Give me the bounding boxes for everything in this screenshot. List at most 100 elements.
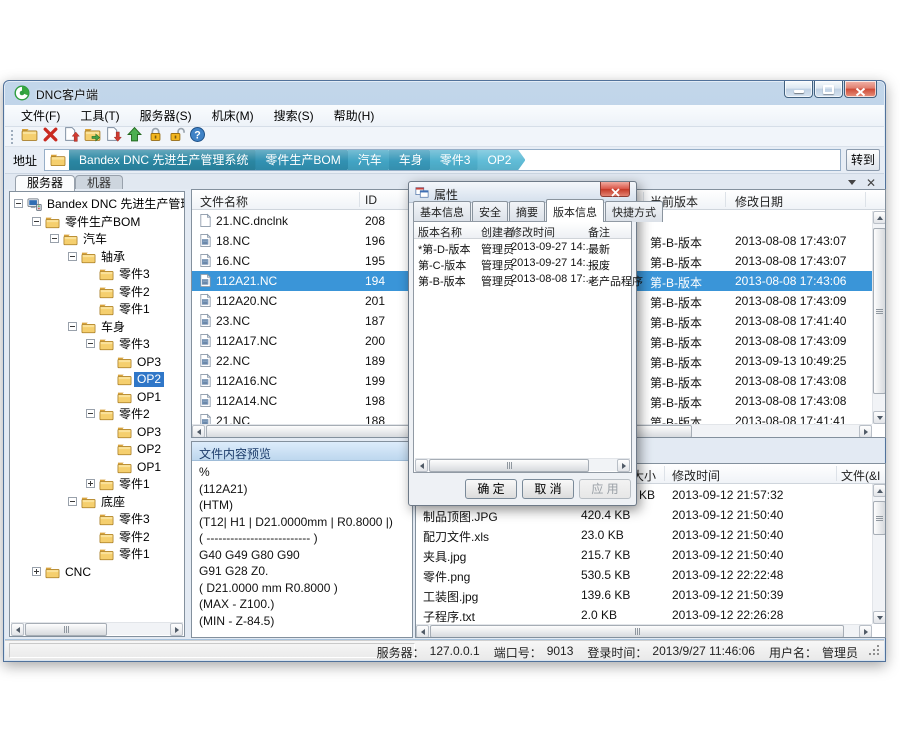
tree-item[interactable]: 零件1 xyxy=(10,301,184,318)
dialog-tab-2[interactable]: 摘要 xyxy=(509,201,545,222)
breadcrumb-segment-1[interactable]: 零件生产BOM xyxy=(255,149,354,171)
scroll-right-button[interactable] xyxy=(859,625,872,638)
tree-item[interactable]: OP2 xyxy=(10,371,184,388)
collapse-minus-icon[interactable] xyxy=(50,234,59,243)
scrollbar-thumb[interactable] xyxy=(25,623,107,636)
help-button[interactable]: ? xyxy=(187,127,208,146)
tree-item[interactable]: 车身 xyxy=(10,319,184,336)
expand-plus-icon[interactable] xyxy=(32,567,41,576)
breadcrumb-segment-3[interactable]: 车身 xyxy=(389,149,437,171)
related-file-row[interactable]: 零件.png530.5 KB2013-09-12 22:22:48 xyxy=(416,565,872,585)
collapse-minus-icon[interactable] xyxy=(86,409,95,418)
menu-item-2[interactable]: 服务器(S) xyxy=(130,104,202,127)
checkout-doc-button[interactable] xyxy=(103,127,124,146)
tree-item[interactable]: OP3 xyxy=(10,354,184,371)
collapse-minus-icon[interactable] xyxy=(86,339,95,348)
scroll-down-button[interactable] xyxy=(873,411,886,424)
scrollbar-thumb[interactable] xyxy=(873,228,886,394)
tab-server[interactable]: 服务器 xyxy=(15,175,75,191)
version-table-header[interactable]: 版本名称 创建者 修改时间 备注 xyxy=(414,222,631,239)
scroll-left-button[interactable] xyxy=(11,623,24,636)
related-horizontal-scrollbar[interactable] xyxy=(416,624,872,637)
dialog-close-button[interactable] xyxy=(600,182,630,197)
tree-item[interactable]: OP1 xyxy=(10,459,184,476)
tree-item[interactable]: 零件1 xyxy=(10,476,184,493)
apply-button[interactable]: 应 用 xyxy=(579,479,631,499)
scroll-down-button[interactable] xyxy=(873,611,886,624)
tree-item[interactable]: 轴承 xyxy=(10,249,184,266)
tree-item[interactable]: 零件3 xyxy=(10,336,184,353)
related-file-row[interactable]: 子程序.txt2.0 KB2013-09-12 22:26:28 xyxy=(416,605,872,625)
minimize-button[interactable] xyxy=(784,81,813,98)
column-header-file[interactable]: 文件(&I xyxy=(841,467,880,484)
tree-item[interactable]: OP1 xyxy=(10,389,184,406)
column-header-remark[interactable]: 备注 xyxy=(588,224,610,240)
collapse-minus-icon[interactable] xyxy=(68,322,77,331)
scroll-left-button[interactable] xyxy=(192,425,205,438)
chevron-down-icon[interactable] xyxy=(848,180,856,189)
related-vertical-scrollbar[interactable] xyxy=(872,484,885,624)
dialog-tab-0[interactable]: 基本信息 xyxy=(413,201,471,222)
go-button[interactable]: 转到 xyxy=(846,149,880,171)
dialog-horizontal-scrollbar[interactable] xyxy=(415,458,630,471)
breadcrumb-segment-4[interactable]: 零件3 xyxy=(430,149,485,171)
breadcrumb-segment-0[interactable]: Bandex DNC 先进生产管理系统 xyxy=(69,149,262,171)
tree-item[interactable]: 底座 xyxy=(10,494,184,511)
close-panel-icon[interactable]: ✕ xyxy=(866,177,876,189)
related-file-row[interactable]: 配刀文件.xls23.0 KB2013-09-12 21:50:40 xyxy=(416,525,872,545)
address-input[interactable]: Bandex DNC 先进生产管理系统零件生产BOM汽车车身零件3OP2 xyxy=(44,149,841,171)
column-header-id[interactable]: ID xyxy=(365,193,377,207)
resize-grip[interactable] xyxy=(877,653,879,655)
delete-button[interactable] xyxy=(40,127,61,146)
dialog-tab-1[interactable]: 安全 xyxy=(472,201,508,222)
tree-item[interactable]: OP2 xyxy=(10,441,184,458)
tree-item[interactable]: 零件2 xyxy=(10,529,184,546)
tree-item[interactable]: 零件生产BOM xyxy=(10,214,184,231)
scrollbar-thumb[interactable] xyxy=(430,625,844,638)
dialog-tab-4[interactable]: 快捷方式 xyxy=(605,201,663,222)
column-header-time[interactable]: 修改时间 xyxy=(672,467,720,484)
ok-button[interactable]: 确 定 xyxy=(465,479,517,499)
related-file-row[interactable]: 夹具.jpg215.7 KB2013-09-12 21:50:40 xyxy=(416,545,872,565)
folder-send-button[interactable] xyxy=(82,127,103,146)
tree-item[interactable]: CNC xyxy=(10,564,184,581)
menu-item-0[interactable]: 文件(F) xyxy=(11,104,70,127)
expand-plus-icon[interactable] xyxy=(86,479,95,488)
column-header-name[interactable]: 文件名称 xyxy=(200,193,248,210)
menu-item-3[interactable]: 机床(M) xyxy=(202,104,264,127)
scroll-right-button[interactable] xyxy=(617,459,630,472)
scrollbar-thumb[interactable] xyxy=(873,501,886,535)
collapse-minus-icon[interactable] xyxy=(68,497,77,506)
related-file-row[interactable]: 制品顶图.JPG420.4 KB2013-09-12 21:50:40 xyxy=(416,505,872,525)
scroll-up-button[interactable] xyxy=(873,484,886,497)
collapse-minus-icon[interactable] xyxy=(14,199,23,208)
scroll-left-button[interactable] xyxy=(415,459,428,472)
menu-item-4[interactable]: 搜索(S) xyxy=(264,104,324,127)
version-row[interactable]: *第-D-版本管理员2013-09-27 14:...最新 xyxy=(414,240,631,256)
tree-horizontal-scrollbar[interactable] xyxy=(11,622,183,635)
folder-button[interactable] xyxy=(19,127,40,146)
unlock-button[interactable] xyxy=(166,127,187,146)
tree-item[interactable]: 零件2 xyxy=(10,406,184,423)
tree-item[interactable]: 零件3 xyxy=(10,266,184,283)
scroll-right-button[interactable] xyxy=(859,425,872,438)
breadcrumb-segment-5[interactable]: OP2 xyxy=(477,149,525,171)
tree-item[interactable]: Bandex DNC 先进生产管理系统 xyxy=(10,196,184,213)
menu-item-1[interactable]: 工具(T) xyxy=(70,104,129,127)
breadcrumb-segment-2[interactable]: 汽车 xyxy=(348,149,396,171)
related-file-row[interactable]: 工装图.jpg139.6 KB2013-09-12 21:50:39 xyxy=(416,585,872,605)
tree-item[interactable]: 汽车 xyxy=(10,231,184,248)
collapse-minus-icon[interactable] xyxy=(68,252,77,261)
version-row[interactable]: 第-B-版本管理员2013-08-08 17:...老产品程序 xyxy=(414,272,631,288)
scroll-up-button[interactable] xyxy=(873,211,886,224)
menu-item-5[interactable]: 帮助(H) xyxy=(324,104,385,127)
tree-item[interactable]: 零件3 xyxy=(10,511,184,528)
column-header-date[interactable]: 修改日期 xyxy=(735,193,783,210)
scroll-right-button[interactable] xyxy=(170,623,183,636)
titlebar[interactable]: DNC客户端 xyxy=(4,81,885,105)
file-list-vertical-scrollbar[interactable] xyxy=(872,211,885,424)
scrollbar-thumb[interactable] xyxy=(429,459,589,472)
upload-arrow-button[interactable] xyxy=(124,127,145,146)
cancel-button[interactable]: 取 消 xyxy=(522,479,574,499)
dialog-tab-3[interactable]: 版本信息 xyxy=(546,199,604,222)
